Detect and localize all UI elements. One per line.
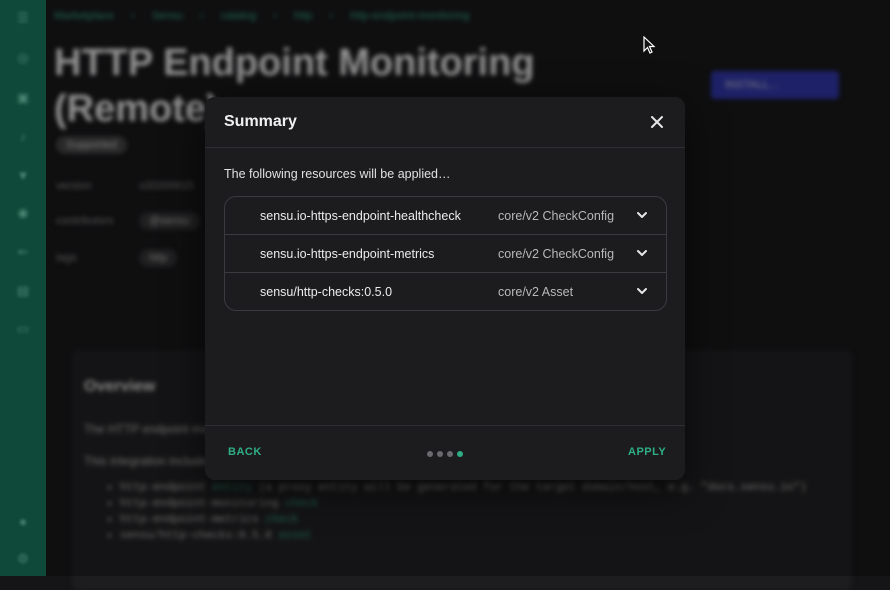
resource-name: sensu/http-checks:0.5.0 xyxy=(260,285,393,299)
step-dot xyxy=(457,451,463,457)
resource-name: sensu.io-https-endpoint-healthcheck xyxy=(260,209,461,223)
chevron-down-icon[interactable] xyxy=(636,286,648,296)
resource-type: core/v2 CheckConfig xyxy=(498,247,615,261)
resource-row[interactable]: sensu.io-https-endpoint-healthcheck core… xyxy=(225,197,666,235)
chevron-down-icon[interactable] xyxy=(636,210,648,220)
summary-dialog: Summary The following resources will be … xyxy=(205,97,685,480)
dialog-title: Summary xyxy=(224,113,297,130)
step-indicator xyxy=(427,451,463,457)
resource-row[interactable]: sensu.io-https-endpoint-metrics core/v2 … xyxy=(225,235,666,273)
step-dot xyxy=(447,451,453,457)
back-button[interactable]: BACK xyxy=(228,446,262,458)
chevron-down-icon[interactable] xyxy=(636,248,648,258)
mouse-cursor-icon xyxy=(643,36,656,54)
resource-name: sensu.io-https-endpoint-metrics xyxy=(260,247,435,261)
resource-row[interactable]: sensu/http-checks:0.5.0 core/v2 Asset xyxy=(225,273,666,310)
dialog-header: Summary xyxy=(205,97,685,148)
resource-type: core/v2 CheckConfig xyxy=(498,209,615,223)
resource-list: sensu.io-https-endpoint-healthcheck core… xyxy=(224,196,667,311)
close-icon xyxy=(651,116,663,128)
dialog-footer: BACK APPLY xyxy=(205,425,685,481)
dialog-intro: The following resources will be applied… xyxy=(224,167,451,181)
close-button[interactable] xyxy=(648,113,666,131)
apply-button[interactable]: APPLY xyxy=(628,446,666,458)
step-dot xyxy=(427,451,433,457)
resource-type: core/v2 Asset xyxy=(498,285,574,299)
step-dot xyxy=(437,451,443,457)
